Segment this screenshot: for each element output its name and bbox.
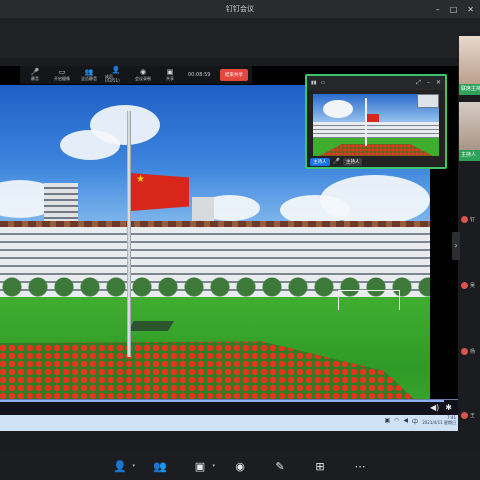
input-icon[interactable]: 中 xyxy=(412,417,418,426)
participants-panel: 联席主持 主持人 钉 吴 杨 王 xyxy=(459,30,480,450)
record-icon: ◉ xyxy=(235,459,245,473)
host-badge: 主持人 xyxy=(310,157,330,166)
video-player-bar: ◀) ✱ xyxy=(0,399,458,415)
interact-icon: ✎ xyxy=(275,459,285,473)
panel-collapse-icon[interactable]: › xyxy=(452,232,460,260)
share-screen-icon: ▣ xyxy=(194,459,206,473)
pin-icon[interactable]: ⤢ xyxy=(416,79,421,87)
clock-date: 2021/4/11 星期日 xyxy=(422,419,456,425)
speaker-preview-window[interactable]: ▮▮ ▭ ⤢ – ✕ 主持人 🎤 主持人 xyxy=(305,74,447,169)
record-label: 会议录制 xyxy=(135,76,151,81)
video-progress[interactable] xyxy=(0,400,445,402)
flagpole xyxy=(127,111,131,357)
share-timer: 00:08:59 xyxy=(188,72,211,78)
signal-icon: ▮▮ xyxy=(311,80,317,86)
collapse-icon[interactable]: – xyxy=(427,79,430,87)
avatar xyxy=(461,347,468,355)
share-button[interactable]: ▣ 共享 xyxy=(159,69,181,81)
participants-button[interactable]: 👤 成员(43/51) xyxy=(105,67,127,83)
soccer-goal xyxy=(338,290,400,310)
participant-name: 杨 xyxy=(470,348,476,355)
invite-icon: 👤 xyxy=(113,459,127,473)
tray-app-icon[interactable]: ▣ xyxy=(384,417,390,426)
camera-label: 开启摄像 xyxy=(54,76,70,81)
preview-header: ▮▮ ▭ ⤢ – ✕ xyxy=(307,76,445,90)
camera-icon: ▭ xyxy=(320,80,326,86)
record-button[interactable]: ◉ 会议录制 xyxy=(132,69,154,81)
members-button[interactable]: 👥 xyxy=(152,460,168,473)
title-bar: 钉钉会议 xyxy=(0,0,480,18)
chevron-down-icon: ▾ xyxy=(212,462,215,469)
window-controls: – □ ✕ xyxy=(436,0,474,18)
participant-item[interactable]: 杨 xyxy=(461,346,480,356)
top-strip xyxy=(0,18,480,58)
end-share-button[interactable]: 结束共享 xyxy=(220,69,248,81)
taskbar-clock[interactable]: 7:41 2021/4/11 星期日 xyxy=(422,415,456,426)
share-screen-button[interactable]: ▣ ▾ xyxy=(192,459,215,473)
camera-button[interactable]: ▭ 开启摄像 xyxy=(51,69,73,81)
participant-name: 吴 xyxy=(470,282,476,289)
avatar xyxy=(461,215,468,223)
wifi-icon[interactable]: ◠ xyxy=(394,417,399,426)
avatar xyxy=(461,411,468,419)
windows-taskbar: ▣ ◠ ◀ 中 7:41 2021/4/11 星期日 xyxy=(0,415,458,431)
system-tray: ▣ ◠ ◀ 中 xyxy=(384,417,418,426)
co-host-label: 联席主持 xyxy=(459,84,480,95)
participants-label: 成员(43/51) xyxy=(105,74,120,83)
minimize-icon[interactable]: – xyxy=(436,5,440,14)
share-toolbar: 🎤 静音 ▭ 开启摄像 👥 全员静音 👤 成员(43/51) ◉ 会议录制 ▣ … xyxy=(20,66,252,84)
mute-button[interactable]: 🎤 静音 xyxy=(24,69,46,81)
mute-all-label: 全员静音 xyxy=(81,76,97,81)
speaker-name: 主持人 xyxy=(342,157,363,166)
preview-video xyxy=(313,94,439,156)
maximize-icon[interactable]: □ xyxy=(450,5,458,14)
record-button[interactable]: ◉ xyxy=(232,460,248,473)
more-button[interactable]: ⋯ xyxy=(352,460,368,473)
participant-item[interactable]: 王 xyxy=(461,410,480,420)
close-icon[interactable]: ✕ xyxy=(467,5,474,14)
volume-icon[interactable]: ◀) xyxy=(430,403,439,412)
participant-video[interactable] xyxy=(459,102,480,154)
speaker-icon[interactable]: ◀ xyxy=(403,417,408,426)
avatar xyxy=(461,281,468,289)
preview-footer: 主持人 🎤 主持人 xyxy=(307,156,445,167)
meeting-toolbar: 👤 ▾ 👥 ▣ ▾ ◉ ✎ ⊞ ⋯ xyxy=(0,452,480,480)
window-title: 钉钉会议 xyxy=(226,5,254,13)
participant-item[interactable]: 钉 xyxy=(461,214,480,224)
close-icon[interactable]: ✕ xyxy=(436,79,441,87)
interact-button[interactable]: ✎ xyxy=(272,460,288,473)
host-label: 主持人 xyxy=(459,150,480,161)
participant-name: 钉 xyxy=(470,216,476,223)
cloud xyxy=(60,130,120,160)
chevron-down-icon: ▾ xyxy=(132,462,135,469)
settings-icon[interactable]: ✱ xyxy=(445,403,452,412)
mic-icon: 🎤 xyxy=(332,158,340,165)
members-icon: 👥 xyxy=(153,459,167,473)
participant-name: 王 xyxy=(470,412,476,419)
more-icon: ⋯ xyxy=(354,459,366,473)
pole-shadow xyxy=(128,321,174,331)
invite-button[interactable]: 👤 ▾ xyxy=(112,459,135,473)
share-label: 共享 xyxy=(166,76,174,81)
flag-star-icon: ★ xyxy=(136,174,145,185)
mute-all-button[interactable]: 👥 全员静音 xyxy=(78,69,100,81)
participant-item[interactable]: 吴 xyxy=(461,280,480,290)
layout-button[interactable]: ⊞ xyxy=(312,460,328,473)
layout-icon: ⊞ xyxy=(315,459,325,473)
mute-label: 静音 xyxy=(31,76,39,81)
participant-video[interactable] xyxy=(459,36,480,88)
